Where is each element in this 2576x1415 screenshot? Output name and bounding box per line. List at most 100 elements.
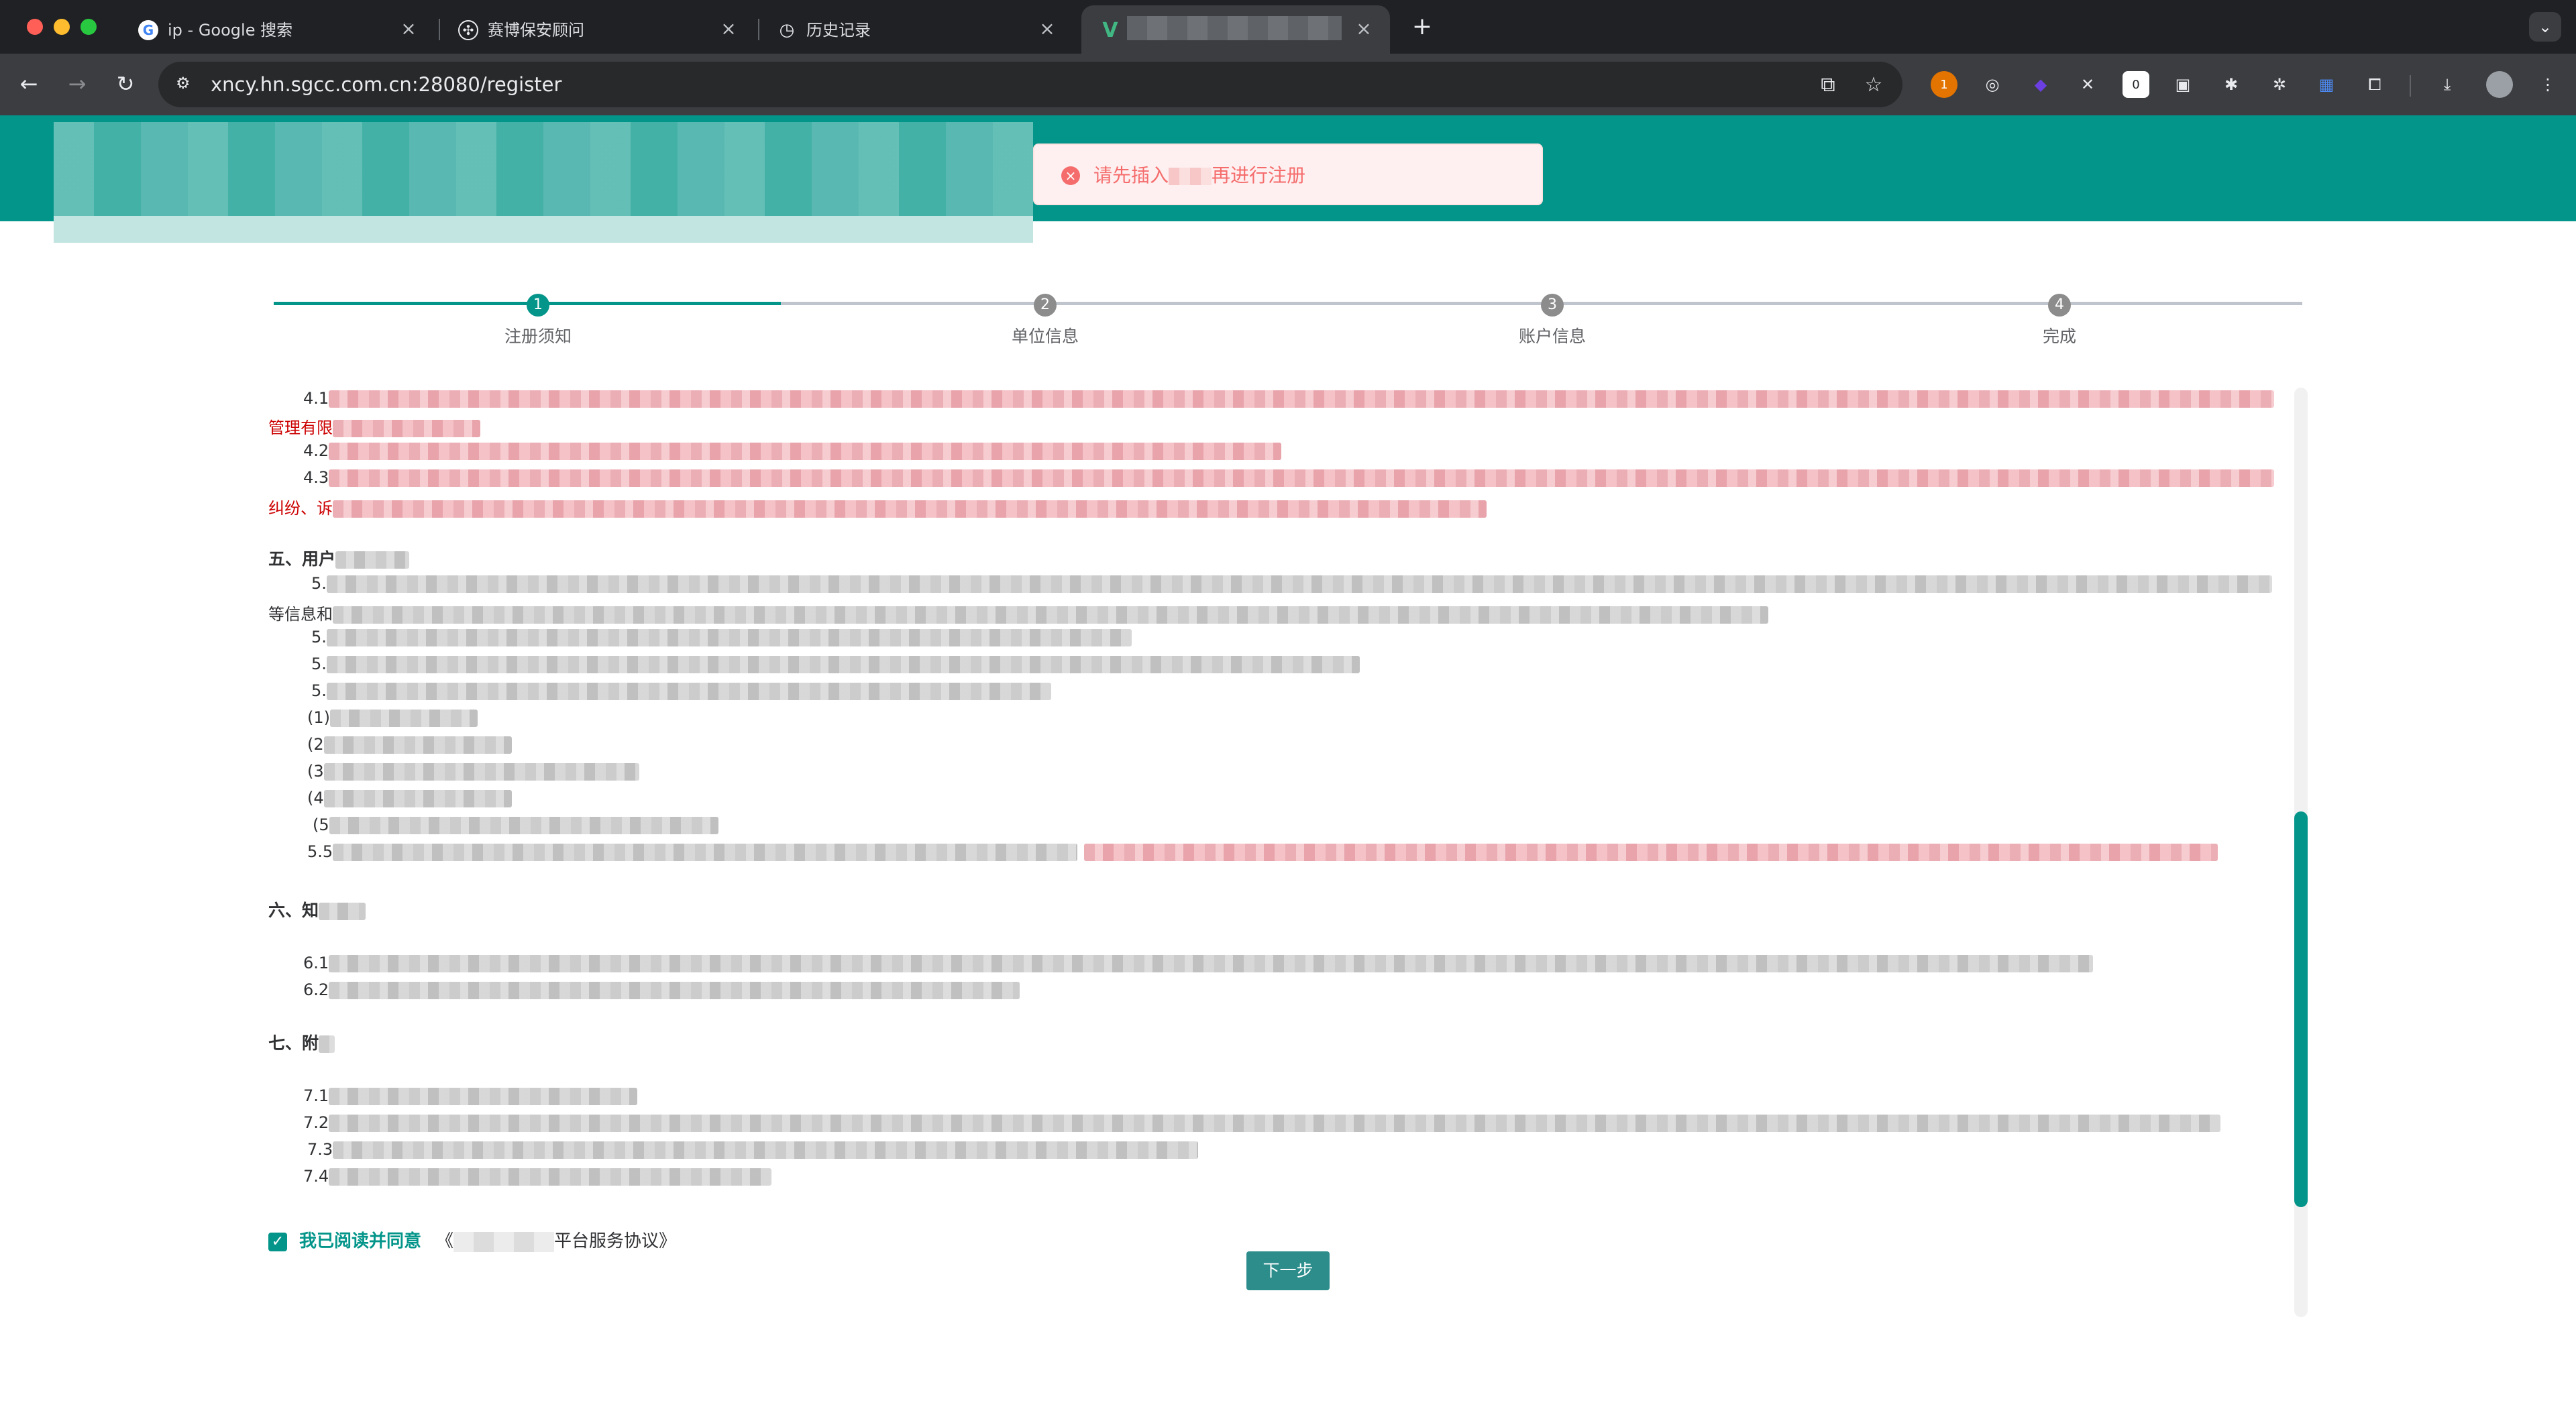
tab-title: 赛博保安顾问 bbox=[488, 21, 584, 40]
extension-badge: 0 bbox=[2132, 77, 2140, 92]
x-extension-icon[interactable]: ✕ bbox=[2074, 71, 2101, 98]
redacted-text bbox=[326, 656, 1360, 673]
bug-extension-icon-2[interactable]: ✲ bbox=[2266, 71, 2293, 98]
tab-search-button[interactable]: ⌄ bbox=[2529, 12, 2561, 42]
grid-extension-icon[interactable]: ▦ bbox=[2313, 71, 2340, 98]
tab-title: 历史记录 bbox=[806, 21, 871, 40]
tab-history[interactable]: ◷ 历史记录 × bbox=[758, 5, 1073, 54]
toast-message: 请先插入 再进行注册 bbox=[1093, 164, 1305, 188]
next-step-button[interactable]: 下一步 bbox=[1246, 1251, 1330, 1290]
list-item-2: (2 bbox=[307, 735, 512, 754]
browser-toolbar: ← → ↻ ⚙ xncy.hn.sgcc.com.cn:28080/regist… bbox=[0, 54, 2576, 115]
devtools-extension-icon[interactable]: ▣ bbox=[2169, 71, 2196, 98]
back-arrow-icon[interactable]: ← bbox=[13, 68, 44, 99]
maximize-window-button[interactable] bbox=[80, 19, 97, 35]
redacted-text bbox=[323, 790, 512, 807]
scrollbar-thumb[interactable] bbox=[2294, 811, 2308, 1207]
section-6-heading: 六、知 bbox=[268, 897, 366, 921]
redacted-text bbox=[319, 1035, 335, 1053]
download-icon[interactable]: ⤓ bbox=[2434, 71, 2461, 98]
address-bar[interactable]: ⚙ xncy.hn.sgcc.com.cn:28080/register ⧉ ☆ bbox=[158, 62, 1902, 107]
agree-label[interactable]: 我已阅读并同意 bbox=[299, 1230, 421, 1253]
section-7-heading: 七、附 bbox=[268, 1030, 335, 1054]
redacted-text bbox=[329, 1168, 772, 1186]
forward-arrow-icon[interactable]: → bbox=[62, 68, 93, 99]
install-app-icon[interactable]: ⧉ bbox=[1817, 74, 1839, 97]
close-icon[interactable]: × bbox=[1352, 17, 1375, 40]
agreement-text[interactable]: 4.1 管理有限 4.2 4.3 纠纷、诉 五、用户 5. 等信息和 5. 5.… bbox=[268, 389, 2274, 1314]
toast-message-suffix: 再进行注册 bbox=[1212, 164, 1306, 186]
redacted-text bbox=[333, 420, 480, 437]
agreement-scrollbar[interactable] bbox=[2294, 388, 2308, 1317]
redacted-text bbox=[329, 982, 1020, 999]
redacted-text bbox=[330, 710, 478, 727]
redacted-text bbox=[329, 1088, 638, 1105]
step-3-label: 账户信息 bbox=[1518, 327, 1586, 346]
avatar[interactable] bbox=[2486, 71, 2513, 98]
glasses-extension-icon[interactable]: ◎ bbox=[1979, 71, 2006, 98]
diamond-extension-icon[interactable]: ◆ bbox=[2027, 71, 2054, 98]
tab-cyber-security-advisor[interactable]: ✣ 赛博保安顾问 × bbox=[439, 5, 755, 54]
list-marker: (1) bbox=[307, 708, 330, 727]
close-window-button[interactable] bbox=[27, 19, 43, 35]
clause-text: 纠纷、诉 bbox=[268, 499, 333, 518]
section-title: 七、附 bbox=[268, 1033, 319, 1053]
tab-strip: G ip - Google 搜索 × ✣ 赛博保安顾问 × ◷ 历史记录 × V… bbox=[0, 0, 2576, 54]
redacted-text bbox=[329, 1115, 2221, 1132]
more-menu-icon[interactable]: ⋮ bbox=[2534, 71, 2561, 98]
bookmark-star-icon[interactable]: ☆ bbox=[1862, 74, 1885, 97]
agree-checkbox[interactable]: ✓ bbox=[268, 1233, 287, 1251]
tab-title-redacted bbox=[1127, 16, 1342, 40]
qr-extension-icon[interactable]: 0 bbox=[2123, 71, 2149, 98]
clause-number: 5.5 bbox=[307, 842, 333, 861]
extension-icon[interactable]: 1 bbox=[1931, 71, 1957, 98]
tab-title: ip - Google 搜索 bbox=[168, 21, 293, 40]
clause-number: 6.2 bbox=[303, 980, 329, 999]
close-icon[interactable]: × bbox=[717, 17, 740, 40]
reload-icon[interactable]: ↻ bbox=[110, 68, 141, 99]
section-title: 六、知 bbox=[268, 901, 319, 920]
clause-4-2: 4.2 bbox=[303, 441, 1282, 460]
list-item-3: (3 bbox=[307, 762, 639, 781]
clause-7-1: 7.1 bbox=[303, 1086, 638, 1105]
redacted-text bbox=[333, 844, 1078, 861]
history-icon: ◷ bbox=[779, 20, 795, 40]
clause-4-3: 4.3 bbox=[303, 468, 2274, 487]
step-3-dot: 3 bbox=[1541, 294, 1564, 317]
clause-5-5: 5.5 bbox=[307, 842, 2218, 861]
minimize-window-button[interactable] bbox=[54, 19, 70, 35]
error-circle-icon: × bbox=[1061, 166, 1080, 185]
bug-extension-icon[interactable]: ✱ bbox=[2218, 71, 2245, 98]
redacted-text bbox=[323, 736, 512, 754]
puzzle-extensions-icon[interactable]: ⧠ bbox=[2361, 71, 2388, 98]
redacted-text bbox=[323, 763, 639, 781]
step-1-label: 注册须知 bbox=[504, 327, 572, 346]
close-icon[interactable]: × bbox=[1036, 17, 1059, 40]
step-2-label: 单位信息 bbox=[1011, 327, 1079, 346]
redacted-text bbox=[1084, 844, 2218, 861]
list-item-1: (1) bbox=[307, 708, 478, 727]
tab-google-search[interactable]: G ip - Google 搜索 × bbox=[119, 5, 435, 54]
clause-5-4: 5. bbox=[311, 681, 1051, 700]
close-icon[interactable]: × bbox=[397, 17, 420, 40]
step-2-dot: 2 bbox=[1034, 294, 1057, 317]
clause-text: 管理有限 bbox=[268, 418, 333, 437]
list-marker: (2 bbox=[307, 735, 324, 754]
clause-number: 4.1 bbox=[303, 389, 329, 408]
extension-badge: 1 bbox=[1940, 77, 1948, 92]
openai-icon: ✣ bbox=[458, 20, 478, 40]
vue-icon: V bbox=[1102, 18, 1118, 42]
clause-number: 5. bbox=[311, 655, 327, 673]
tab-register-active[interactable]: V × bbox=[1081, 5, 1390, 54]
url-text[interactable]: xncy.hn.sgcc.com.cn:28080/register bbox=[211, 73, 561, 96]
error-toast: × 请先插入 再进行注册 bbox=[1033, 144, 1543, 205]
clause-number: 7.2 bbox=[303, 1113, 329, 1132]
clause-7-3: 7.3 bbox=[307, 1140, 1199, 1159]
section-5-heading: 五、用户 bbox=[268, 546, 410, 570]
service-agreement-link[interactable]: 《 平台服务协议》 bbox=[436, 1230, 676, 1253]
agreement-link-suffix: 平台服务协议》 bbox=[554, 1231, 677, 1251]
new-tab-button[interactable]: + bbox=[1407, 13, 1437, 43]
clause-5-2: 5. bbox=[311, 628, 1132, 646]
toolbar-divider bbox=[2410, 75, 2411, 97]
site-info-icon[interactable]: ⚙ bbox=[176, 74, 197, 95]
